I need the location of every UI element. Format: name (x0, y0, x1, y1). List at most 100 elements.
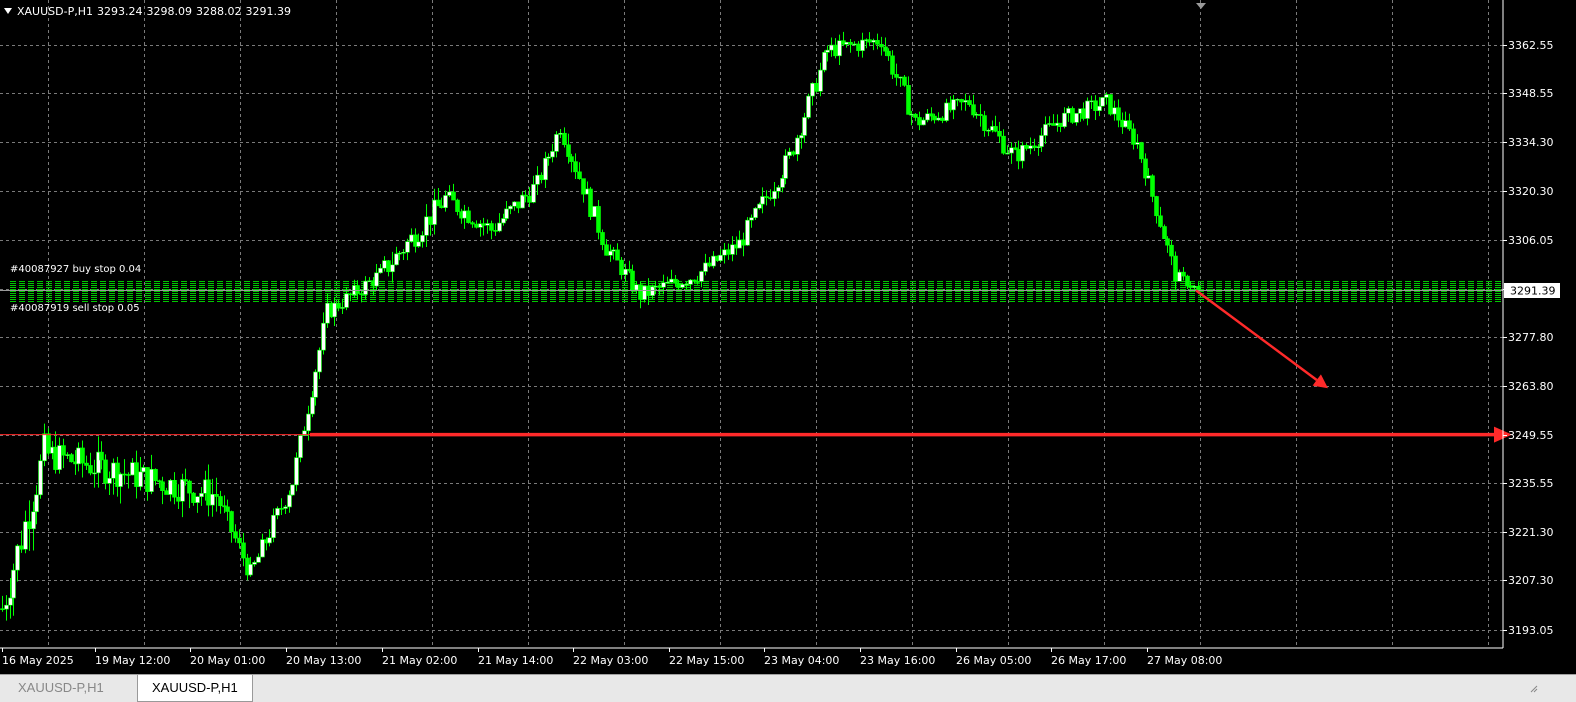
candle-body (176, 496, 181, 502)
chart-tab-1[interactable]: XAUUSD-P,H1 (4, 675, 118, 702)
candle-body (760, 196, 765, 205)
candle-body (871, 40, 876, 43)
time-tick-label: 21 May 14:00 (478, 654, 553, 667)
time-tick-label: 20 May 13:00 (286, 654, 361, 667)
candle-body (42, 433, 47, 462)
candle-body (940, 117, 945, 121)
dropdown-triangle-icon[interactable] (4, 8, 12, 14)
candle-body (214, 494, 219, 497)
candle-body (306, 413, 311, 432)
candle-body (409, 234, 414, 242)
candle-body (298, 435, 303, 458)
candle-body (118, 473, 123, 487)
candle-body (902, 76, 907, 86)
price-chart[interactable]: #40087927 buy stop 0.04 #40087919 sell st… (0, 0, 1576, 674)
candle-body (493, 230, 498, 232)
candle-body (225, 506, 230, 512)
candle-body (1081, 108, 1086, 119)
candle-body (978, 114, 983, 116)
candle-body (776, 187, 781, 192)
candle-body (348, 293, 353, 296)
candle-body (944, 102, 949, 121)
candle-body (707, 262, 712, 267)
candle-body (619, 259, 624, 276)
candle-body (1158, 215, 1163, 227)
chart-tab-2[interactable]: XAUUSD-P,H1 (137, 675, 253, 702)
candle-body (287, 494, 292, 508)
candle-body (886, 50, 891, 57)
candle-body (1181, 271, 1186, 277)
candle-body (856, 43, 861, 51)
candle-body (833, 44, 838, 57)
candle-body (757, 203, 762, 209)
candle-body (84, 462, 89, 466)
candle-body (527, 195, 532, 203)
candle-body (745, 219, 750, 246)
candle-body (730, 244, 735, 255)
high-value: 3298.09 (146, 5, 193, 18)
candle-body (795, 137, 800, 155)
candle-body (374, 272, 379, 287)
candle-body (416, 241, 421, 247)
candle-body (615, 249, 620, 261)
candle-body (1143, 158, 1148, 179)
candle-body (699, 271, 704, 282)
price-tick-label: 3277.80 (1508, 331, 1554, 344)
candle-body (799, 135, 804, 139)
candle-body (1089, 100, 1094, 103)
price-tick-label: 3263.80 (1508, 380, 1554, 393)
candle-body (711, 255, 716, 267)
candle-body (145, 467, 150, 492)
candle-body (1127, 120, 1132, 130)
candle-body (88, 465, 93, 474)
time-tick-label: 19 May 12:00 (95, 654, 170, 667)
candle-body (405, 241, 410, 253)
candle-body (523, 194, 528, 197)
candle-body (1062, 112, 1067, 127)
price-tick-label: 3320.30 (1508, 185, 1554, 198)
chart-overlays: 3291.39 (0, 3, 1560, 443)
candle-body (15, 545, 20, 571)
open-value: 3293.24 (97, 5, 143, 18)
candle-body (317, 349, 322, 373)
candle-body (997, 130, 1002, 137)
candle-body (141, 467, 146, 473)
candle-body (822, 52, 827, 71)
tab-scroll-grip-icon[interactable] (1530, 685, 1538, 693)
candle-body (1108, 94, 1113, 115)
candle-body (569, 156, 574, 162)
candle-body (554, 134, 559, 152)
candle-body (1074, 113, 1079, 123)
candle-body (1028, 145, 1033, 149)
candle-body (604, 244, 609, 256)
time-tick-label: 16 May 2025 (2, 654, 74, 667)
candle-body (443, 195, 448, 208)
price-tick-label: 3348.55 (1508, 87, 1554, 100)
candle-body (1016, 149, 1021, 162)
candle-body (726, 249, 731, 255)
candle-body (665, 282, 670, 284)
candle-body (1116, 107, 1121, 121)
candle-body (57, 445, 62, 470)
candle-body (852, 43, 857, 46)
candle-body (367, 280, 372, 283)
candle-body (1177, 271, 1182, 282)
candle-body (768, 197, 773, 200)
candle-body (993, 126, 998, 132)
candle-body (462, 210, 467, 219)
candle-body (982, 115, 987, 131)
candle-body (608, 250, 613, 256)
candle-body (642, 285, 647, 300)
candle-body (1039, 135, 1044, 147)
candle-body (1043, 124, 1048, 136)
candle-body (929, 113, 934, 117)
candle-body (566, 144, 571, 157)
price-tick-label: 3334.30 (1508, 136, 1554, 149)
candle-body (917, 117, 922, 126)
candle-body (516, 201, 521, 209)
candle-body (780, 178, 785, 188)
candle-body (703, 262, 708, 272)
candle-body (332, 302, 337, 318)
candle-body (967, 100, 972, 105)
candle-body (898, 76, 903, 79)
